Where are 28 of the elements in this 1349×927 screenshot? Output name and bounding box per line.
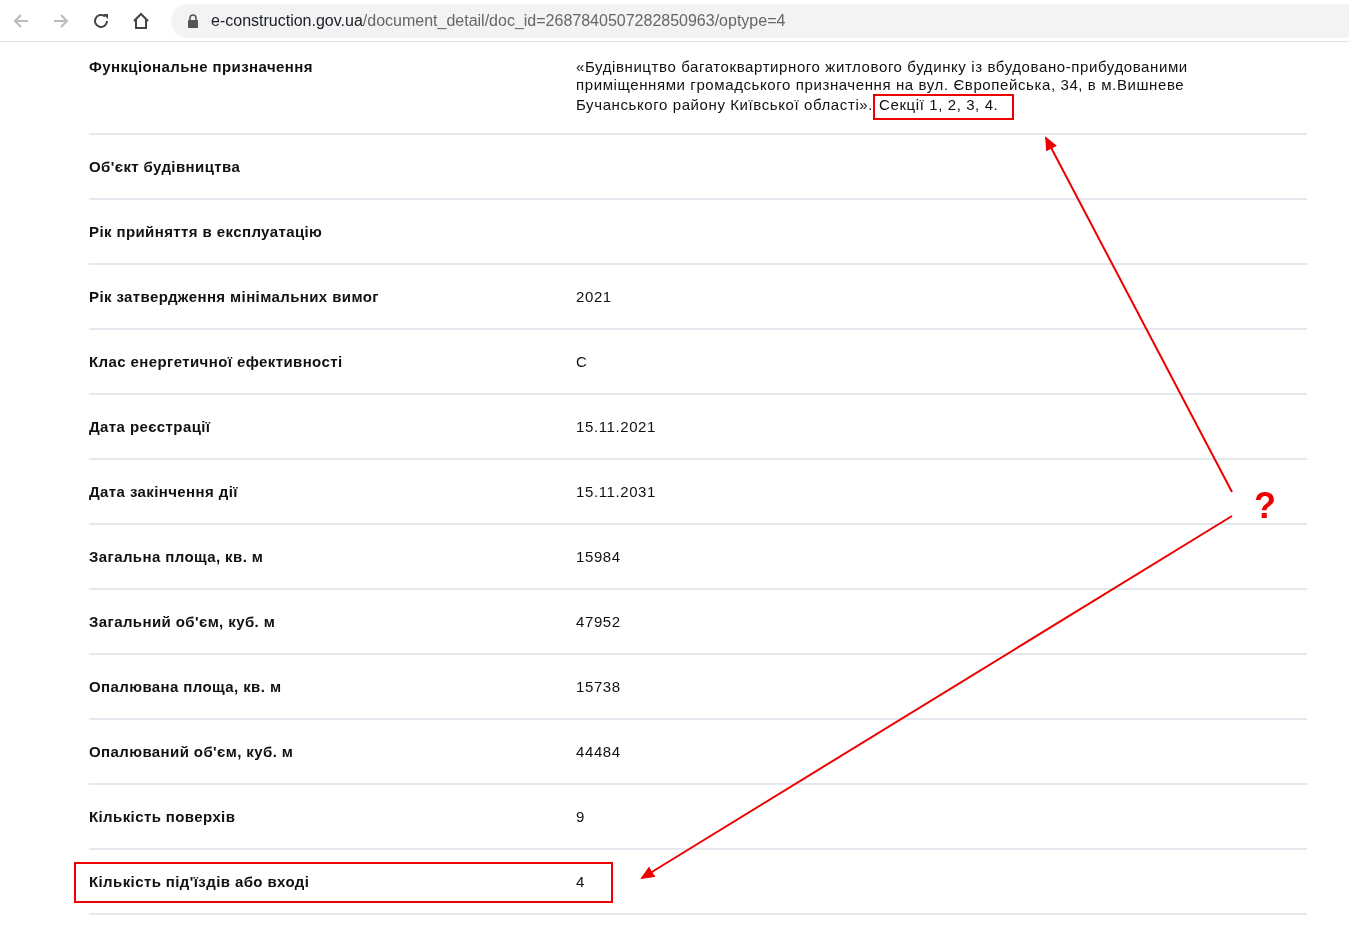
field-value: 15.11.2021 bbox=[576, 417, 657, 436]
field-value: 4 bbox=[576, 872, 586, 891]
lock-icon bbox=[187, 13, 199, 28]
field-label: Дата закінчення дії bbox=[89, 483, 239, 500]
field-label: Рік затвердження мінімальних вимог bbox=[89, 288, 380, 305]
question-mark: ? bbox=[1254, 488, 1276, 524]
field-label: Рік прийняття в експлуатацію bbox=[89, 223, 324, 240]
field-label: Загальна площа, кв. м bbox=[89, 548, 265, 565]
field-value: «Будівництво багатоквартирного житлового будинку із вбудовано-прибудованими приміщеннями громадського призначення на вул. Європейська, 34, в м.Вишневе Бучанського району Київської області». Секції 1, 2, 3, 4. bbox=[576, 58, 1266, 120]
field-value: 15984 bbox=[576, 547, 622, 566]
field-label: Кількість поверхів bbox=[89, 808, 237, 825]
field-label: Дата реєстрації bbox=[89, 418, 212, 435]
field-label: Опалюваний об'єм, куб. м bbox=[89, 743, 295, 760]
field-value: 44484 bbox=[576, 742, 622, 761]
field-value: 15738 bbox=[576, 677, 622, 696]
field-value: C bbox=[576, 352, 589, 371]
home-icon[interactable] bbox=[131, 10, 151, 31]
field-label: Клас енергетичної ефективності bbox=[89, 353, 344, 370]
field-label: Кількість під'їздів або вході bbox=[89, 873, 311, 890]
field-value: 2021 bbox=[576, 287, 613, 306]
field-label: Функціональне призначення bbox=[89, 58, 314, 75]
field-label: Об'єкт будівництва bbox=[89, 158, 242, 175]
field-value: 15.11.2031 bbox=[576, 482, 657, 501]
address-bar[interactable]: e-construction.gov.ua/document_detail/doc_id=2687840507282850963/optype=4 bbox=[171, 3, 1349, 38]
field-value: 9 bbox=[576, 807, 586, 826]
field-value: 47952 bbox=[576, 612, 622, 631]
field-label: Загальний об'єм, куб. м bbox=[89, 613, 277, 630]
field-label: Опалювана площа, кв. м bbox=[89, 678, 283, 695]
